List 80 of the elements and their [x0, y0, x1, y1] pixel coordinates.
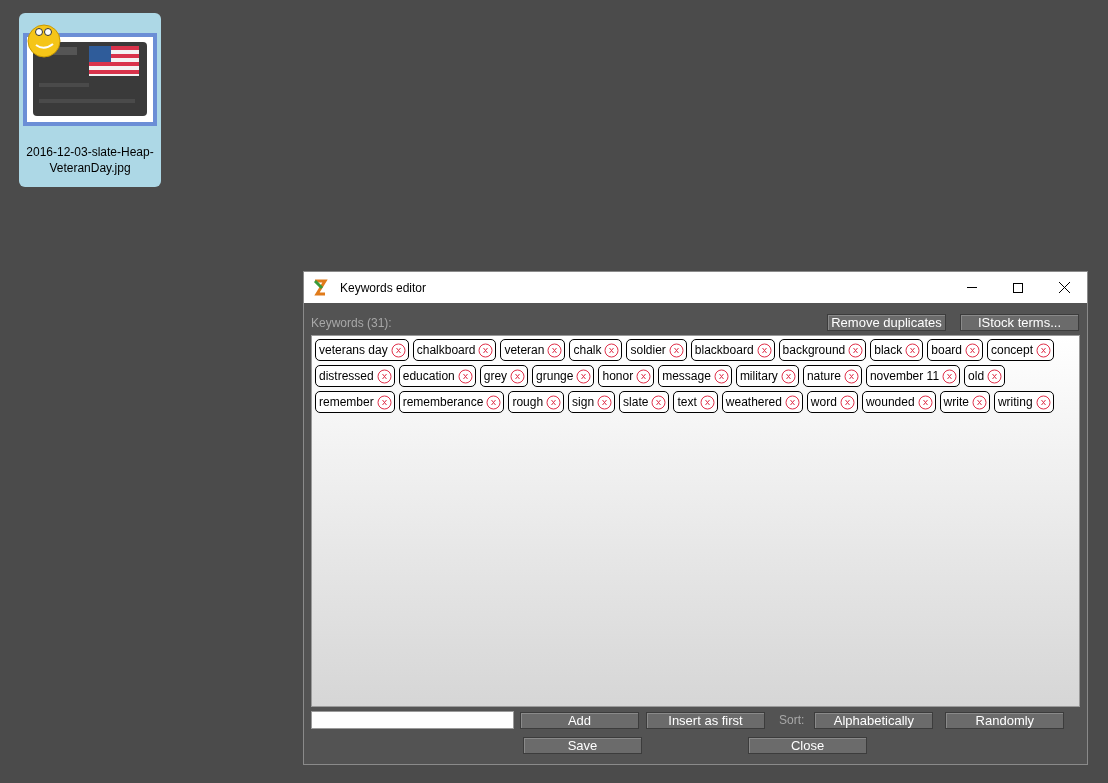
remove-icon[interactable]	[756, 342, 772, 358]
keyword-text: remember	[319, 394, 374, 411]
keyword-text: nature	[806, 368, 841, 385]
remove-icon[interactable]	[668, 342, 684, 358]
keywords-label: Keywords (31):	[311, 314, 392, 332]
app-icon	[312, 279, 328, 296]
button[interactable]: Add	[520, 711, 639, 729]
button[interactable]: Save	[523, 737, 642, 754]
remove-icon[interactable]	[597, 394, 613, 410]
keyword-text: write	[943, 394, 969, 411]
sort-label: Sort:	[779, 712, 805, 729]
remove-icon[interactable]	[965, 342, 980, 358]
remove-icon[interactable]	[713, 368, 729, 384]
keyword-text: weathered	[725, 394, 782, 411]
button[interactable]: Randomly	[945, 711, 1065, 729]
button[interactable]: IStock terms...	[960, 314, 1079, 331]
remove-icon[interactable]	[651, 394, 667, 410]
button[interactable]: Alphabetically	[814, 711, 934, 729]
maximize-icon	[1013, 282, 1023, 293]
keyword-text: grunge	[536, 368, 574, 385]
remove-icon[interactable]	[604, 342, 620, 358]
keyword-text: grey	[483, 368, 508, 385]
keyword-input[interactable]	[311, 711, 514, 729]
keyword-text: background	[782, 342, 846, 359]
keyword-text: honor	[602, 368, 634, 385]
keyword-text: concept	[991, 342, 1034, 359]
remove-icon[interactable]	[390, 342, 406, 358]
remove-icon[interactable]	[576, 368, 592, 384]
keyword-text: chalk	[573, 342, 602, 359]
keyword-text: message	[662, 368, 711, 385]
button[interactable]: Insert as first	[646, 711, 765, 729]
keyword-text: veteran	[504, 342, 545, 359]
file-name: 2016-12-03-slate-Heap-VeteranDay.jpg	[25, 144, 155, 176]
remove-icon[interactable]	[457, 368, 473, 384]
keyword-text: chalkboard	[416, 342, 476, 359]
remove-icon[interactable]	[839, 394, 855, 410]
keyword-text: text	[677, 394, 697, 411]
remove-icon[interactable]	[1035, 394, 1051, 410]
keyword-text: black	[874, 342, 903, 359]
remove-icon[interactable]	[636, 368, 652, 384]
button[interactable]: Close	[748, 737, 867, 754]
remove-icon[interactable]	[478, 342, 494, 358]
remove-icon[interactable]	[784, 394, 800, 410]
remove-icon[interactable]	[510, 368, 526, 384]
keyword-text: rememberance	[402, 394, 484, 411]
keyword-text: veterans day	[319, 342, 388, 359]
remove-icon[interactable]	[987, 368, 1003, 384]
remove-icon[interactable]	[376, 368, 392, 384]
remove-icon[interactable]	[905, 342, 921, 358]
keyword-text: rough	[512, 394, 544, 411]
close-icon	[1058, 282, 1070, 293]
keyword-text: november 11	[869, 368, 940, 385]
remove-icon[interactable]	[546, 394, 562, 410]
remove-icon[interactable]	[376, 394, 392, 410]
minimize-icon	[967, 287, 977, 288]
keyword-text: wounded	[865, 394, 915, 411]
remove-icon[interactable]	[1036, 342, 1052, 358]
remove-icon[interactable]	[486, 394, 502, 410]
remove-icon[interactable]	[971, 394, 987, 410]
keyword-text: slate	[623, 394, 649, 411]
remove-icon[interactable]	[780, 368, 796, 384]
remove-icon[interactable]	[942, 368, 958, 384]
keyword-text: old	[968, 368, 985, 385]
keyword-text: education	[402, 368, 455, 385]
file-tile[interactable]: 2016-12-03-slate-Heap-VeteranDay.jpg	[19, 13, 161, 187]
remove-icon[interactable]	[917, 394, 933, 410]
keyword-text: word	[810, 394, 837, 411]
remove-icon[interactable]	[699, 394, 715, 410]
keyword-text: sign	[572, 394, 595, 411]
window-title: Keywords editor	[340, 279, 427, 297]
keyword-text: writing	[997, 394, 1033, 411]
keyword-text: distressed	[319, 368, 374, 385]
remove-icon[interactable]	[547, 342, 563, 358]
keyword-text: military	[739, 368, 778, 385]
keyword-text: soldier	[630, 342, 666, 359]
keyword-text: blackboard	[694, 342, 754, 359]
remove-icon[interactable]	[848, 342, 864, 358]
keyword-text: board	[931, 342, 962, 359]
button[interactable]: Remove duplicates	[827, 314, 946, 331]
remove-icon[interactable]	[843, 368, 859, 384]
